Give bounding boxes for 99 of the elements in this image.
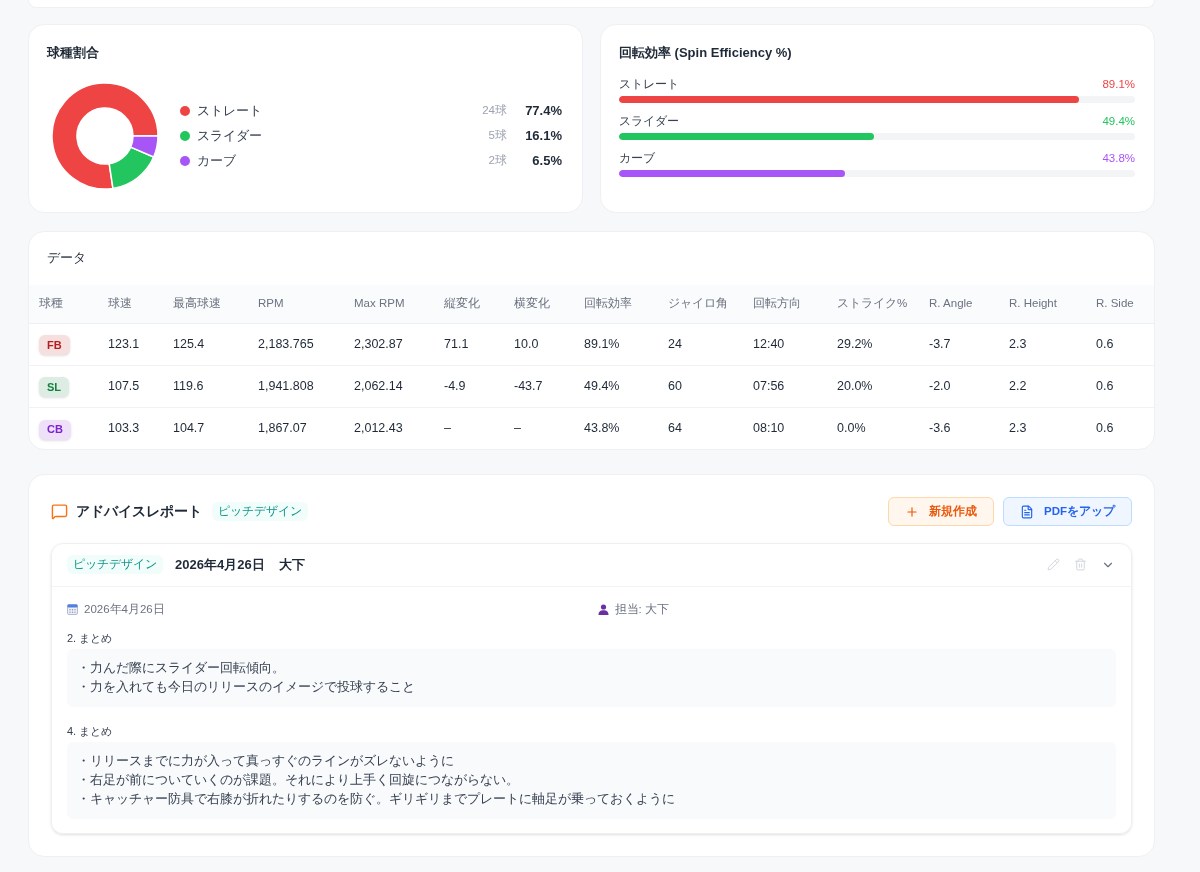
table-cell: 89.1% <box>574 323 658 365</box>
table-cell: 2.3 <box>999 323 1086 365</box>
create-button[interactable]: 新規作成 <box>888 497 994 526</box>
legend-count: 5球 <box>488 128 507 144</box>
bar-label: カーブ <box>619 151 655 167</box>
note-line: ・リリースまでに力が入って真っすぐのラインがズレないように <box>77 752 455 770</box>
legend-label: スライダー <box>197 127 263 146</box>
legend-count: 2球 <box>488 153 507 169</box>
table-cell: 103.3 <box>98 407 163 449</box>
table-cell: -2.0 <box>919 365 999 407</box>
table-cell: 125.4 <box>163 323 248 365</box>
column-header: R. Side <box>1086 285 1154 323</box>
chat-icon <box>51 503 68 520</box>
pitch-type-tag: FB <box>39 335 70 356</box>
pitch-type-tag: CB <box>39 419 71 440</box>
table-cell: 123.1 <box>98 323 163 365</box>
legend-percent: 16.1% <box>524 127 562 146</box>
table-cell: 43.8% <box>574 407 658 449</box>
table-cell: -43.7 <box>504 365 574 407</box>
table-cell: 0.6 <box>1086 365 1154 407</box>
column-header: 横変化 <box>504 285 574 323</box>
table-cell: 49.4% <box>574 365 658 407</box>
column-header: R. Height <box>999 285 1086 323</box>
table-cell: 2,062.14 <box>344 365 434 407</box>
table-cell: 2.3 <box>999 407 1086 449</box>
table-cell: -3.7 <box>919 323 999 365</box>
delete-button[interactable] <box>1073 557 1088 573</box>
legend-percent: 6.5% <box>531 152 562 171</box>
card-title: 回転効率 (Spin Efficiency %) <box>619 45 793 61</box>
bar-reading: 89.1% <box>1102 77 1135 93</box>
column-header: RPM <box>248 285 344 323</box>
legend-percent: 77.4% <box>524 102 562 121</box>
note-line: ・力んだ際にスライダー回転傾向。 <box>77 659 286 677</box>
section-heading: 2. まとめ <box>67 630 114 646</box>
column-header: R. Angle <box>919 285 999 323</box>
note-line: ・力を入れても今日のリリースのイメージで投球すること <box>77 678 416 696</box>
report-author-title: 大下 <box>278 556 305 574</box>
edit-button[interactable] <box>1046 557 1061 573</box>
column-header: ジャイロ角 <box>658 285 743 323</box>
table-cell: -4.9 <box>434 365 504 407</box>
table-cell: 71.1 <box>434 323 504 365</box>
category-tag: ピッチデザイン <box>212 502 308 521</box>
category-tag: ピッチデザイン <box>67 555 163 575</box>
table-cell: 07:56 <box>743 365 827 407</box>
trash-icon <box>1074 558 1087 572</box>
table-cell: 107.5 <box>98 365 163 407</box>
table-cell: 24 <box>658 323 743 365</box>
column-header: 最高球速 <box>163 285 248 323</box>
column-header: 球種 <box>29 285 98 323</box>
section-heading: 4. まとめ <box>67 723 114 739</box>
table-cell: 0.6 <box>1086 323 1154 365</box>
table-cell: 1,941.808 <box>248 365 344 407</box>
report-date-title: 2026年4月26日 <box>175 556 265 574</box>
pencil-icon <box>1047 558 1060 572</box>
table-cell: 29.2% <box>827 323 919 365</box>
table-cell: 08:10 <box>743 407 827 449</box>
table-cell: – <box>504 407 574 449</box>
table-cell: 20.0% <box>827 365 919 407</box>
table-cell: 0.0% <box>827 407 919 449</box>
bar-label: ストレート <box>619 77 679 93</box>
table-cell: 10.0 <box>504 323 574 365</box>
legend-label: ストレート <box>197 102 263 121</box>
person-icon <box>597 603 609 615</box>
column-header: 縦変化 <box>434 285 504 323</box>
column-header: 回転方向 <box>743 285 827 323</box>
table-cell: 0.6 <box>1086 407 1154 449</box>
bar-label: スライダー <box>619 114 679 130</box>
upload-button[interactable]: PDFをアップ <box>1003 497 1132 526</box>
document-icon <box>1020 504 1034 519</box>
plus-icon <box>905 504 919 519</box>
card-title: データ <box>46 249 87 266</box>
table-cell: 2,183.765 <box>248 323 344 365</box>
column-header: Max RPM <box>344 285 434 323</box>
bar-reading: 43.8% <box>1102 151 1135 167</box>
table-cell: -3.6 <box>919 407 999 449</box>
note-line: ・右足が前についていくのが課題。それにより上手く回旋につながらない。 <box>77 771 520 789</box>
table-cell: 119.6 <box>163 365 248 407</box>
table-cell: 60 <box>658 365 743 407</box>
calendar-icon <box>67 603 78 615</box>
table-cell: 104.7 <box>163 407 248 449</box>
table-cell: 2,012.43 <box>344 407 434 449</box>
card-title: 球種割合 <box>47 45 100 61</box>
table-cell: 1,867.07 <box>248 407 344 449</box>
column-header: 回転効率 <box>574 285 658 323</box>
table-cell: 64 <box>658 407 743 449</box>
legend-count: 24球 <box>482 103 507 119</box>
column-header: ストライク% <box>827 285 919 323</box>
section-title: アドバイスレポート <box>76 502 202 521</box>
column-header: 球速 <box>98 285 163 323</box>
bar-reading: 49.4% <box>1102 114 1135 130</box>
table-cell: 12:40 <box>743 323 827 365</box>
table-cell: 2,302.87 <box>344 323 434 365</box>
table-cell: – <box>434 407 504 449</box>
pitch-type-tag: SL <box>39 377 70 398</box>
legend-label: カーブ <box>197 152 237 171</box>
note-line: ・キャッチャー防具で右膝が折れたりするのを防ぐ。ギリギリまでプレートに軸足が乗っておくように <box>77 790 676 808</box>
assignee: 担当: 大下 <box>614 601 669 617</box>
report-date: 2026年4月26日 <box>84 601 165 617</box>
table-cell: 2.2 <box>999 365 1086 407</box>
